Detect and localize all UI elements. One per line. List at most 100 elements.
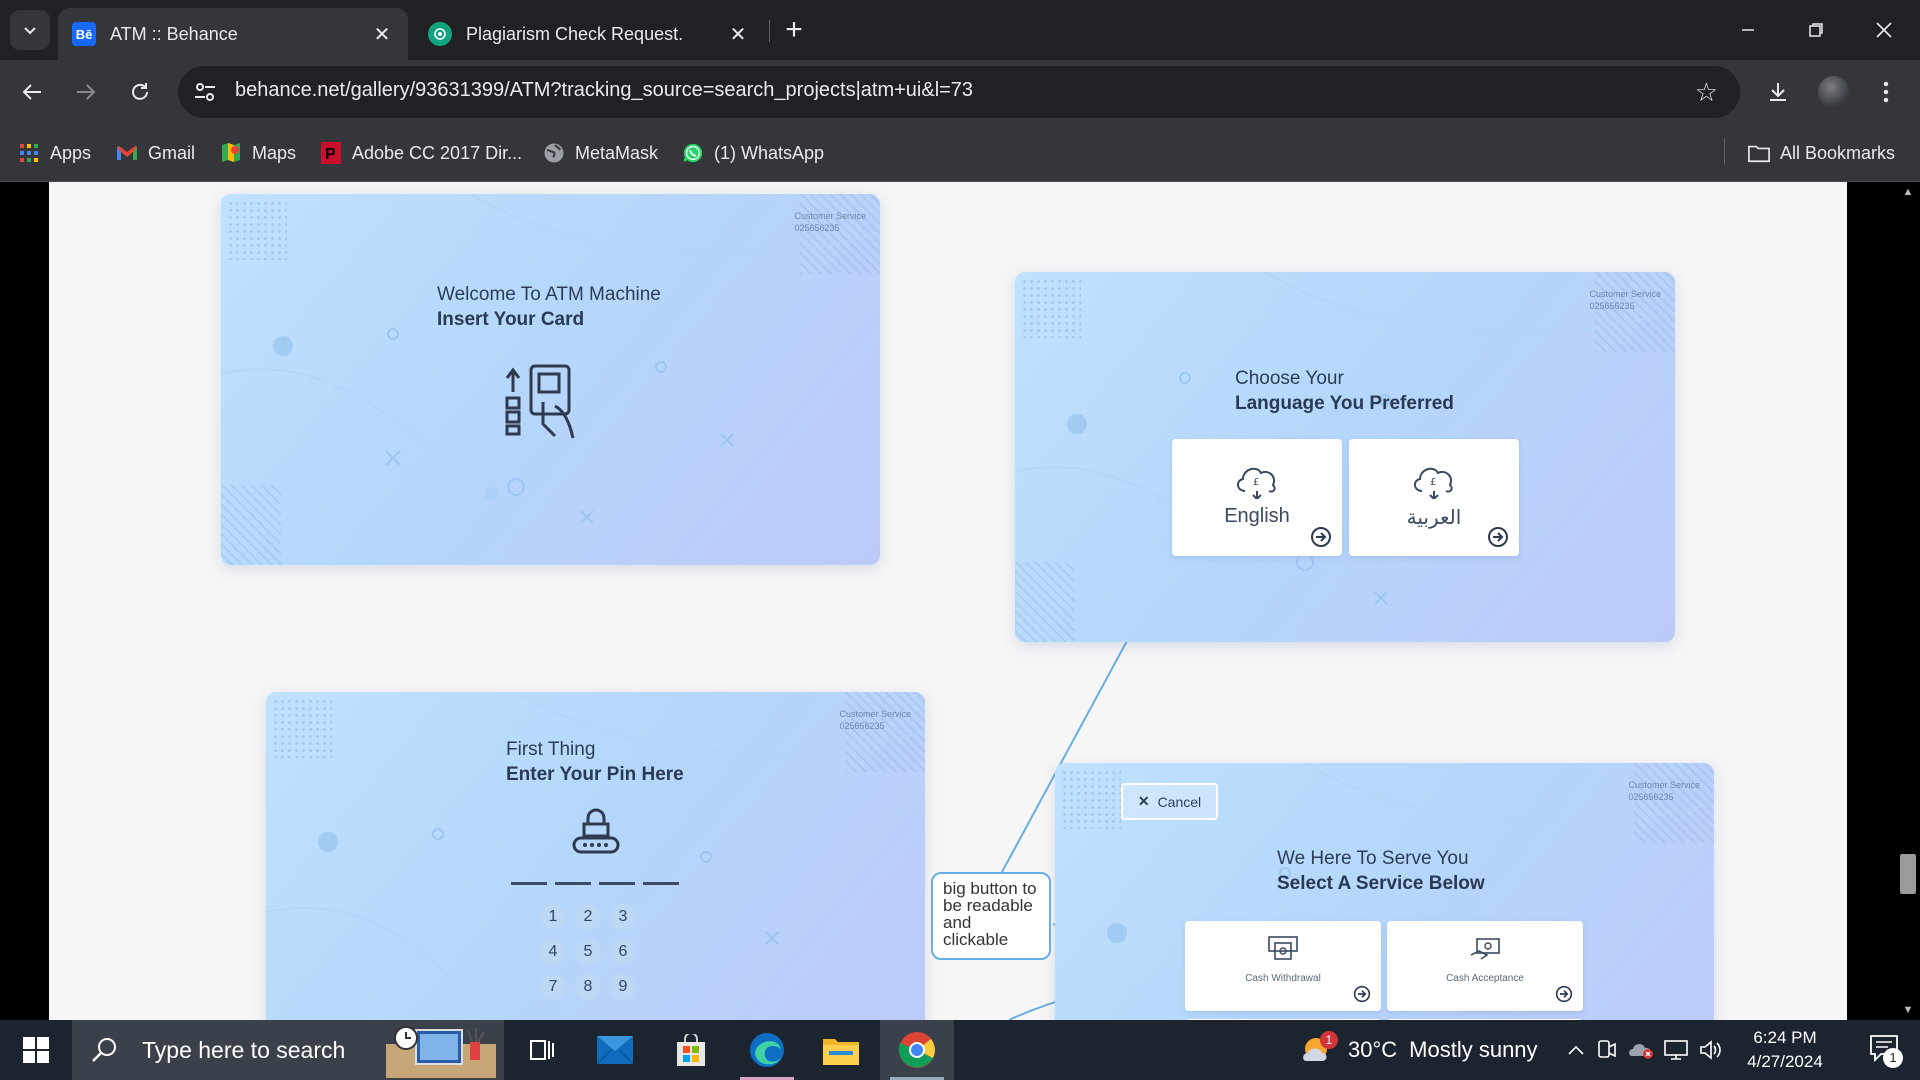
mail-icon <box>597 1036 633 1064</box>
forward-button[interactable] <box>66 72 106 112</box>
keypad-key[interactable]: 3 <box>610 904 636 930</box>
close-tab-icon[interactable]: ✕ <box>370 22 394 46</box>
tab-title: ATM :: Behance <box>110 23 238 44</box>
tab-plagiarism[interactable]: Plagiarism Check Request. ✕ <box>414 8 764 60</box>
scrollbar-thumb[interactable] <box>1900 854 1916 894</box>
back-button[interactable] <box>12 72 52 112</box>
mail-app-button[interactable] <box>578 1020 652 1080</box>
all-bookmarks-button[interactable]: All Bookmarks <box>1748 137 1895 169</box>
clock-date: 4/27/2024 <box>1747 1052 1823 1071</box>
cash-withdrawal-button[interactable]: Cash Withdrawal <box>1185 921 1381 1011</box>
file-explorer-button[interactable] <box>804 1020 878 1080</box>
address-bar[interactable]: behance.net/gallery/93631399/ATM?trackin… <box>178 66 1740 118</box>
bookmark-adobe[interactable]: P Adobe CC 2017 Dir... <box>320 137 522 169</box>
choose-language-heading: Choose Your <box>1235 368 1344 389</box>
weather-badge: 1 <box>1320 1031 1338 1049</box>
meet-now-icon[interactable] <box>1590 1039 1624 1061</box>
microsoft-store-button[interactable] <box>654 1020 728 1080</box>
decor-shapes <box>1015 272 1675 642</box>
minimize-button[interactable] <box>1714 0 1782 60</box>
kebab-menu-icon <box>1883 81 1889 103</box>
taskbar-clock[interactable]: 6:24 PM 4/27/2024 <box>1720 1026 1850 1074</box>
scroll-down-arrow-icon[interactable]: ▼ <box>1896 1000 1920 1020</box>
edge-app-button[interactable] <box>730 1020 804 1080</box>
profile-button[interactable] <box>1814 72 1854 112</box>
english-language-button[interactable]: £ English <box>1172 439 1342 556</box>
pin-digit-slot <box>511 882 547 885</box>
keypad-key[interactable]: 9 <box>610 974 636 1000</box>
bookmark-metamask[interactable]: MetaMask <box>543 137 658 169</box>
keypad-key[interactable]: 6 <box>610 939 636 965</box>
cancel-button[interactable]: ✕ Cancel <box>1121 783 1218 820</box>
cash-hand-icon <box>1470 938 1500 960</box>
enter-pin-heading: Enter Your Pin Here <box>506 764 684 785</box>
language-preferred-heading: Language You Preferred <box>1235 393 1454 414</box>
keypad-key[interactable]: 5 <box>575 939 601 965</box>
all-bookmarks-label: All Bookmarks <box>1780 142 1896 163</box>
download-icon <box>1770 83 1786 101</box>
cloud-pound-icon: £ <box>1414 467 1453 499</box>
page-viewport: Customer Service 025656235 Welcome To ATM… <box>0 182 1920 1020</box>
notification-icon: 1 <box>1869 1034 1903 1068</box>
whatsapp-icon <box>682 142 704 164</box>
action-center-button[interactable]: 1 <box>1854 1020 1914 1080</box>
chevron-down-icon <box>24 27 36 35</box>
svg-text:£: £ <box>1430 477 1436 488</box>
task-view-icon <box>530 1040 554 1060</box>
lock-keypad-icon <box>572 808 620 854</box>
bookmark-label: Maps <box>252 142 297 163</box>
menu-button[interactable] <box>1866 72 1906 112</box>
browser-toolbar: behance.net/gallery/93631399/ATM?trackin… <box>0 60 1920 124</box>
url-text[interactable]: behance.net/gallery/93631399/ATM?trackin… <box>235 79 973 102</box>
bookmark-gmail[interactable]: Gmail <box>116 137 195 169</box>
weather-widget[interactable]: 1 30°C Mostly sunny <box>1300 1020 1538 1080</box>
arabic-language-button[interactable]: £ العربية <box>1349 439 1519 556</box>
search-placeholder: Type here to search <box>142 1036 346 1063</box>
scroll-up-arrow-icon[interactable]: ▲ <box>1896 182 1920 202</box>
task-view-button[interactable] <box>504 1020 578 1080</box>
onedrive-error-icon[interactable] <box>1624 1040 1658 1060</box>
chatgpt-icon <box>428 22 452 46</box>
site-settings-icon[interactable] <box>192 79 218 105</box>
close-window-button[interactable] <box>1850 0 1918 60</box>
bookmarks-bar: Apps Gmail Maps P Adobe CC 2017 Dir... M… <box>0 124 1920 182</box>
cash-acceptance-button[interactable]: Cash Acceptance <box>1387 921 1583 1011</box>
network-icon[interactable] <box>1658 1039 1694 1061</box>
annotation-callout: big button to be readable and clickable <box>931 872 1051 960</box>
chrome-app-button[interactable] <box>880 1020 954 1080</box>
edge-icon <box>750 1033 784 1067</box>
close-tab-icon[interactable]: ✕ <box>726 22 750 46</box>
cash-withdrawal-label: Cash Withdrawal <box>1245 973 1321 984</box>
start-button[interactable] <box>0 1020 72 1080</box>
folder-icon <box>823 1039 859 1065</box>
windows-logo-icon <box>23 1037 49 1063</box>
cloud-pound-icon: £ <box>1237 467 1276 499</box>
downloads-button[interactable] <box>1758 72 1798 112</box>
restore-button[interactable] <box>1782 0 1850 60</box>
tab-search-button[interactable] <box>10 10 50 50</box>
bookmark-whatsapp[interactable]: (1) WhatsApp <box>682 137 824 169</box>
keypad-key[interactable]: 4 <box>540 939 566 965</box>
store-icon <box>677 1034 705 1066</box>
insert-card-icon <box>505 364 575 439</box>
bookmarks-separator <box>1724 138 1725 164</box>
apps-grid-icon <box>18 142 40 164</box>
tab-behance[interactable]: Bē ATM :: Behance ✕ <box>58 8 408 60</box>
taskbar-search-box[interactable]: Type here to search <box>72 1020 504 1080</box>
keypad-key[interactable]: 1 <box>540 904 566 930</box>
pin-digit-slot <box>643 882 679 885</box>
page-scrollbar[interactable]: ▲ ▼ <box>1896 182 1920 1020</box>
chevron-up-icon[interactable] <box>1562 1044 1590 1056</box>
new-tab-button[interactable]: + <box>776 12 812 48</box>
clock-time: 6:24 PM <box>1753 1028 1817 1047</box>
reload-button[interactable] <box>120 72 160 112</box>
keypad-key[interactable]: 7 <box>540 974 566 1000</box>
svg-text:P: P <box>325 146 336 163</box>
bookmark-star-icon[interactable]: ☆ <box>1695 77 1718 108</box>
bookmark-maps[interactable]: Maps <box>220 137 296 169</box>
keypad-key[interactable]: 8 <box>575 974 601 1000</box>
bookmark-label: Adobe CC 2017 Dir... <box>352 142 523 163</box>
keypad-key[interactable]: 2 <box>575 904 601 930</box>
close-icon: ✕ <box>1137 793 1150 809</box>
bookmark-apps[interactable]: Apps <box>18 137 91 169</box>
